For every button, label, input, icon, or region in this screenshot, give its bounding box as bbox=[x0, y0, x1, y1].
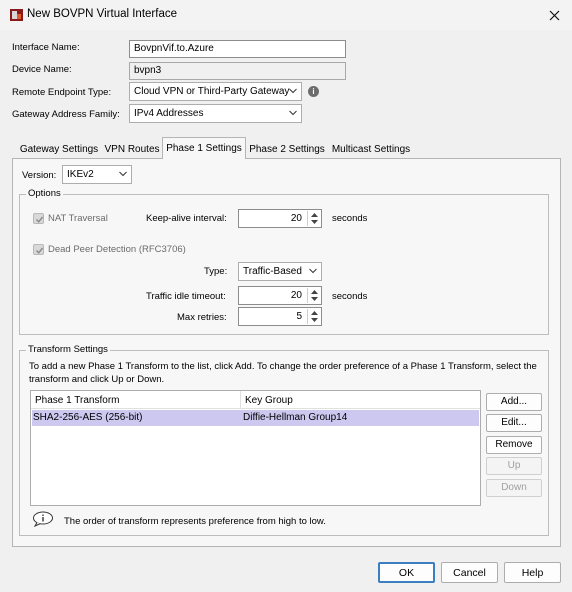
tab-multicast-settings[interactable]: Multicast Settings bbox=[328, 140, 414, 159]
info-speech-icon bbox=[33, 511, 53, 527]
keepalive-value: 20 bbox=[290, 213, 302, 224]
dpd-type-label: Type: bbox=[204, 266, 228, 277]
row-transform-cell: SHA2-256-AES (256-bit) bbox=[33, 412, 143, 423]
add-transform-button[interactable]: Add... bbox=[486, 393, 542, 411]
edit-transform-button[interactable]: Edit... bbox=[486, 414, 542, 432]
version-select[interactable]: IKEv2 bbox=[62, 165, 132, 184]
dpd-type-select[interactable]: Traffic-Based bbox=[238, 262, 322, 281]
tab-vpn-routes[interactable]: VPN Routes bbox=[102, 140, 162, 159]
spinner-arrows[interactable] bbox=[307, 211, 320, 226]
transform-settings-title: Transform Settings bbox=[26, 344, 110, 355]
gateway-family-select[interactable]: IPv4 Addresses bbox=[129, 104, 302, 123]
nat-traversal-label: NAT Traversal bbox=[48, 213, 108, 224]
check-icon bbox=[35, 216, 44, 223]
help-button[interactable]: Help bbox=[504, 562, 561, 583]
info-icon[interactable]: i bbox=[308, 86, 319, 97]
max-retries-label: Max retries: bbox=[177, 312, 227, 323]
remote-endpoint-select[interactable]: Cloud VPN or Third-Party Gateway bbox=[129, 82, 302, 101]
column-header-key-group[interactable]: Key Group bbox=[245, 395, 293, 406]
idle-timeout-value: 20 bbox=[290, 290, 302, 301]
idle-timeout-spinner[interactable]: 20 bbox=[238, 286, 322, 305]
tab-gateway-settings[interactable]: Gateway Settings bbox=[16, 140, 102, 159]
column-separator[interactable] bbox=[240, 391, 241, 409]
chevron-down-icon bbox=[309, 268, 317, 274]
spinner-arrows[interactable] bbox=[307, 309, 320, 324]
interface-name-label: Interface Name: bbox=[12, 42, 80, 53]
chevron-up-icon bbox=[310, 310, 318, 315]
options-group-title: Options bbox=[26, 188, 63, 199]
dpd-checkbox[interactable] bbox=[33, 244, 44, 255]
chevron-down-icon bbox=[119, 171, 127, 177]
table-row[interactable]: SHA2-256-AES (256-bit) Diffie-Hellman Gr… bbox=[32, 410, 479, 426]
title-bar: New BOVPN Virtual Interface bbox=[0, 0, 572, 30]
spinner-arrows[interactable] bbox=[307, 288, 320, 303]
idle-timeout-seconds-label: seconds bbox=[332, 291, 368, 302]
remote-endpoint-label: Remote Endpoint Type: bbox=[12, 87, 112, 98]
move-up-button[interactable]: Up bbox=[486, 457, 542, 475]
device-name-label: Device Name: bbox=[12, 64, 72, 75]
chevron-down-icon bbox=[289, 88, 297, 94]
device-name-field: bvpn3 bbox=[129, 62, 346, 80]
version-value: IKEv2 bbox=[67, 169, 94, 180]
transform-order-note: The order of transform represents prefer… bbox=[64, 516, 326, 527]
remove-transform-button[interactable]: Remove bbox=[486, 436, 542, 454]
interface-name-input[interactable]: BovpnVif.to.Azure bbox=[129, 40, 346, 58]
transform-list[interactable]: Phase 1 Transform Key Group SHA2-256-AES… bbox=[30, 390, 481, 506]
nat-traversal-checkbox[interactable] bbox=[33, 213, 44, 224]
idle-timeout-label: Traffic idle timeout: bbox=[146, 291, 226, 302]
close-button[interactable] bbox=[536, 0, 572, 30]
transform-list-header: Phase 1 Transform Key Group bbox=[31, 391, 480, 409]
keepalive-label: Keep-alive interval: bbox=[146, 213, 227, 224]
tab-phase2-settings[interactable]: Phase 2 Settings bbox=[246, 140, 328, 159]
chevron-up-icon bbox=[310, 289, 318, 294]
keepalive-seconds-label: seconds bbox=[332, 213, 368, 224]
max-retries-value: 5 bbox=[296, 311, 302, 322]
chevron-down-icon bbox=[310, 296, 318, 301]
version-label: Version: bbox=[22, 170, 57, 181]
app-logo-icon bbox=[10, 9, 23, 21]
column-header-transform[interactable]: Phase 1 Transform bbox=[35, 395, 119, 406]
cancel-button[interactable]: Cancel bbox=[441, 562, 498, 583]
remote-endpoint-value: Cloud VPN or Third-Party Gateway bbox=[134, 86, 290, 97]
move-down-button[interactable]: Down bbox=[486, 479, 542, 497]
transform-description: To add a new Phase 1 Transform to the li… bbox=[29, 361, 537, 385]
chevron-down-icon bbox=[310, 317, 318, 322]
max-retries-spinner[interactable]: 5 bbox=[238, 307, 322, 326]
close-icon bbox=[549, 10, 559, 20]
check-icon bbox=[35, 247, 44, 254]
chevron-down-icon bbox=[310, 219, 318, 224]
chevron-down-icon bbox=[289, 110, 297, 116]
row-key-group-cell: Diffie-Hellman Group14 bbox=[243, 412, 348, 423]
dpd-label: Dead Peer Detection (RFC3706) bbox=[48, 244, 186, 255]
window-title: New BOVPN Virtual Interface bbox=[27, 8, 177, 20]
dpd-type-value: Traffic-Based bbox=[243, 266, 302, 277]
tab-phase1-settings[interactable]: Phase 1 Settings bbox=[162, 137, 246, 159]
chevron-up-icon bbox=[310, 212, 318, 217]
gateway-family-value: IPv4 Addresses bbox=[134, 108, 204, 119]
ok-button[interactable]: OK bbox=[378, 562, 435, 583]
gateway-family-label: Gateway Address Family: bbox=[12, 109, 120, 120]
keepalive-spinner[interactable]: 20 bbox=[238, 209, 322, 228]
